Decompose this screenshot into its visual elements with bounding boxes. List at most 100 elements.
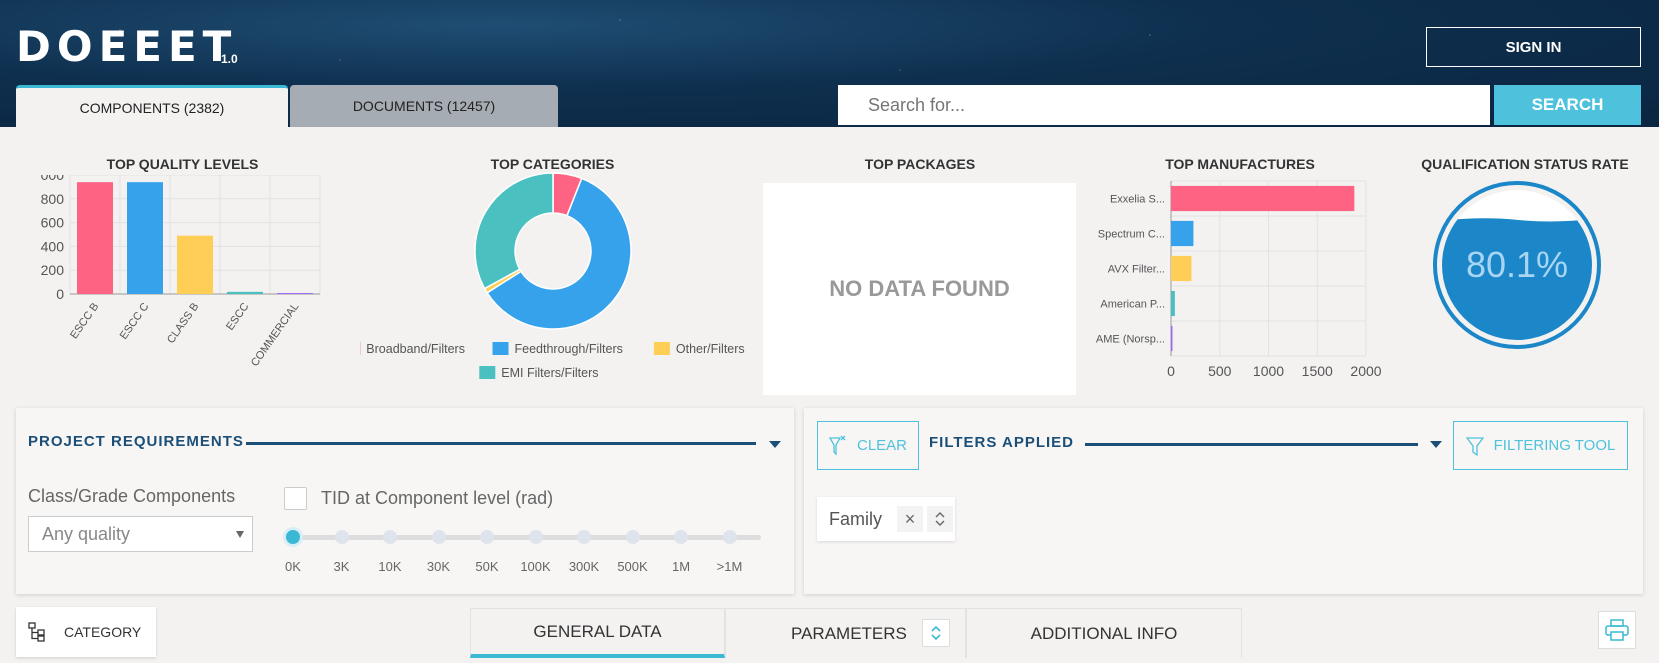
tab-parameters-label: PARAMETERS [791,623,907,643]
bar-manufacturer [1171,325,1173,352]
slider-label: 10K [378,559,402,574]
category-button[interactable]: CATEGORY [16,607,156,657]
slider-stop[interactable] [625,530,640,544]
bar-manufacturer [1171,255,1192,282]
tab-additional-info[interactable]: ADDITIONAL INFO [966,608,1242,658]
x-tick-label: ESCC B [68,301,101,341]
slider-label: 0K [285,559,301,574]
x-tick-label: COMMERCIAL [249,301,302,369]
tid-slider-track[interactable] [283,535,761,540]
legend-label: Other/Filters [676,342,745,356]
y-tick-label: 400 [41,238,65,254]
filter-icon [1465,436,1484,456]
print-button[interactable] [1598,611,1636,649]
slider-stop[interactable] [480,530,494,544]
bar-escc [227,291,263,294]
qualification-value: 80.1% [1466,244,1568,285]
x-tick-label: 1500 [1302,363,1333,379]
filters-applied-title: FILTERS APPLIED [929,434,1075,451]
legend-swatch [492,342,509,355]
project-requirements-divider [246,442,756,445]
slice-emi-filters-filters [474,172,554,290]
header: DOEEET 1.0 SIGN IN COMPONENTS (2382) DOC… [0,0,1659,127]
x-tick-label: ESCC C [118,301,152,342]
y-tick-label: American P... [1100,299,1165,311]
x-tick-label: 500 [1208,363,1232,379]
x-tick-label: CLASS B [165,301,201,346]
category-label: CATEGORY [64,624,142,640]
tid-label: TID at Component level (rad) [321,488,554,508]
bar-escc-b [77,182,113,294]
filters-collapse-icon[interactable] [1430,441,1442,448]
filter-chip-label: Family [829,508,882,529]
project-requirements-title: PROJECT REQUIREMENTS [28,433,244,450]
class-grade-label: Class/Grade Components [28,486,236,506]
clear-filter-icon [828,435,846,456]
x-tick-label: 0 [1167,363,1175,379]
bar-commercial [277,293,313,294]
tab-general-data[interactable]: GENERAL DATA [470,608,725,658]
search-button[interactable]: SEARCH [1494,85,1641,125]
tab-documents[interactable]: DOCUMENTS (12457) [290,85,558,127]
legend-label: EMI Filters/Filters [501,366,598,380]
y-tick-label: Spectrum C... [1098,229,1165,241]
tab-components[interactable]: COMPONENTS (2382) [16,85,288,127]
class-grade-value: Any quality [42,523,131,544]
logo[interactable]: DOEEET [16,22,237,71]
bar-manufacturer [1171,290,1175,317]
slider-label: 500K [617,559,648,574]
logo-version: 1.0 [221,52,238,66]
slider-label: 100K [520,559,551,574]
slider-label: >1M [716,559,743,574]
y-tick-label: 800 [41,191,65,207]
slider-stop[interactable] [334,530,349,544]
qualification-title: QUALIFICATION STATUS RATE [1421,156,1629,172]
y-tick-label: 200 [41,262,65,278]
y-tick-label: 0 [56,286,64,302]
close-icon[interactable]: × [897,506,923,532]
filters-divider [1085,443,1418,446]
slider-label: 300K [568,559,600,574]
bar-manufacturer [1171,220,1194,247]
legend-label: Feedthrough/Filters [515,342,623,356]
slider-stop[interactable] [722,530,737,544]
project-collapse-icon[interactable] [769,441,781,448]
slider-stop[interactable] [577,530,591,544]
packages-no-data: NO DATA FOUND [763,183,1076,395]
x-tick-label: 2000 [1350,363,1381,379]
clear-label: CLEAR [856,437,908,454]
slider-stop[interactable] [286,530,300,544]
quality-levels-chart: 0 200 400 600 800 1000 ESCC B ESCC C CLASS B ESCC… [40,175,321,369]
slider-stop[interactable] [431,530,446,544]
bar-class-b [177,235,213,294]
y-tick-label: AVX Filter... [1108,264,1165,276]
printer-icon [1605,619,1629,641]
y-tick-label: Exxelia S... [1110,194,1165,206]
categories-chart: Broadband/Filters Feedthrough/Filters Othe… [360,172,745,380]
slider-stop[interactable] [383,530,397,544]
x-tick-label: 1000 [1253,363,1284,379]
filtering-tool-button[interactable]: FILTERING TOOL [1453,421,1628,470]
search-input[interactable] [838,85,1490,125]
filter-chip-family: Family × [817,497,955,541]
slider-stop[interactable] [528,530,543,544]
sort-icon[interactable] [927,506,953,532]
slider-label: 1M [671,559,691,574]
y-tick-label: AME (Norsp... [1096,334,1165,346]
manufactures-chart: 0 500 1000 1500 2000 Exxelia S... Spectrum C..… [1096,180,1382,379]
packages-title: TOP PACKAGES [864,156,976,172]
bar-manufacturer [1171,185,1355,212]
slider-stop[interactable] [674,530,688,544]
quality-levels-title: TOP QUALITY LEVELS [106,156,259,172]
bar-escc-c [127,182,163,294]
tid-checkbox[interactable] [284,487,307,510]
sign-in-button[interactable]: SIGN IN [1426,27,1641,67]
clear-button[interactable]: CLEAR [817,421,919,470]
legend-swatch [653,342,670,355]
legend-label: Broadband/Filters [366,342,465,356]
slider-label: 3K [333,559,350,574]
parameters-sort-icon[interactable] [922,619,950,647]
y-tick-label: 600 [41,215,65,231]
class-grade-select[interactable]: Any quality [28,516,253,552]
y-tick-label: 1000 [40,175,64,183]
